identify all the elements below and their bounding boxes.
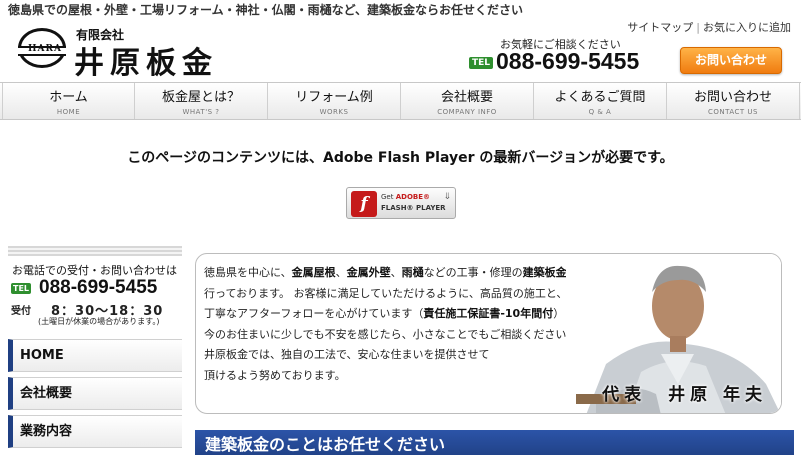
nav-label: 会社概要 xyxy=(440,90,493,105)
sidebar-tel-icon: TEL xyxy=(11,283,32,294)
intro-box: 徳島県を中心に、金属屋根、金属外壁、雨樋などの工事・修理の建築板金業を 行ってお… xyxy=(195,253,782,414)
logo-company-name: 井原板金 xyxy=(74,46,218,81)
flash-get-label: Get ADOBE® xyxy=(381,193,431,201)
site-tagline: 徳島県での屋根・外壁・工場リフォーム・神社・仏閣・雨樋など、建築板金ならお任せく… xyxy=(8,3,524,17)
representative-photo: 代表 井原 年夫 xyxy=(566,254,781,413)
nav-label: リフォーム例 xyxy=(295,90,373,105)
util-separator: | xyxy=(696,21,700,34)
global-nav: ホーム HOME 板金屋とは？ WHAT'S ? リフォーム例 WORKS 会社… xyxy=(0,82,801,120)
flash-required-message: このページのコンテンツには、Adobe Flash Player の最新バージョ… xyxy=(127,150,674,166)
nav-item-faq[interactable]: よくあるご質問 Q & A xyxy=(534,83,667,119)
sidebar-hours-label: 受付 xyxy=(11,306,31,317)
flash-logo-icon: f xyxy=(351,191,377,217)
logo-emblem-text: HARA xyxy=(28,44,62,54)
sidebar-menu: HOME 会社概要 業務内容 xyxy=(8,339,182,453)
sidebar: お電話での受付・お問い合わせは TEL 088-699-5455 受付 8：30… xyxy=(8,246,182,448)
nav-sublabel: CONTACT US xyxy=(708,108,758,116)
sidebar-item-services[interactable]: 業務内容 xyxy=(8,415,182,448)
utility-links: サイトマップ | お気に入りに追加 xyxy=(627,19,791,35)
nav-sublabel: Q & A xyxy=(588,108,612,116)
download-icon: ⇓ xyxy=(443,192,451,202)
nav-item-whats[interactable]: 板金屋とは？ WHAT'S ? xyxy=(135,83,268,119)
flash-player-label: FLASH® PLAYER xyxy=(381,204,446,212)
nav-sublabel: HOME xyxy=(56,108,81,116)
tel-icon: TEL xyxy=(469,57,494,69)
section-heading: 建築板金のことはお任せください xyxy=(195,430,794,455)
sidebar-item-home[interactable]: HOME xyxy=(8,339,182,372)
nav-item-company[interactable]: 会社概要 COMPANY INFO xyxy=(401,83,534,119)
logo-emblem-icon: HARA xyxy=(18,28,66,68)
nav-label: 板金屋とは？ xyxy=(161,90,240,105)
nav-sublabel: WHAT'S ? xyxy=(182,108,220,116)
nav-label: お問い合わせ xyxy=(693,90,772,105)
nav-sublabel: WORKS xyxy=(319,108,349,116)
sitemap-link[interactable]: サイトマップ xyxy=(627,21,693,34)
get-flash-player-button[interactable]: f Get ADOBE® FLASH® PLAYER ⇓ xyxy=(346,187,456,219)
sidebar-hours-note: (土曜日が休業の場合があります。) xyxy=(38,317,160,326)
sidebar-phone-number: 088-699-5455 xyxy=(39,277,158,298)
nav-sublabel: COMPANY INFO xyxy=(437,108,497,116)
nav-item-home[interactable]: ホーム HOME xyxy=(2,83,135,119)
sidebar-stripe xyxy=(8,246,182,256)
nav-item-works[interactable]: リフォーム例 WORKS xyxy=(268,83,401,119)
nav-item-contact[interactable]: お問い合わせ CONTACT US xyxy=(667,83,800,119)
add-favorite-link[interactable]: お気に入りに追加 xyxy=(703,21,791,34)
sidebar-item-company[interactable]: 会社概要 xyxy=(8,377,182,410)
representative-caption: 代表 井原 年夫 xyxy=(602,385,767,405)
header-phone-number: 088-699-5455 xyxy=(496,48,640,74)
sidebar-contact-title: お電話での受付・お問い合わせは xyxy=(12,264,177,277)
nav-label: よくあるご質問 xyxy=(554,90,646,105)
nav-label: ホーム xyxy=(49,90,88,105)
contact-button[interactable]: お問い合わせ xyxy=(680,47,782,74)
site-logo[interactable]: HARA 有限会社 井原板金 xyxy=(18,24,218,81)
